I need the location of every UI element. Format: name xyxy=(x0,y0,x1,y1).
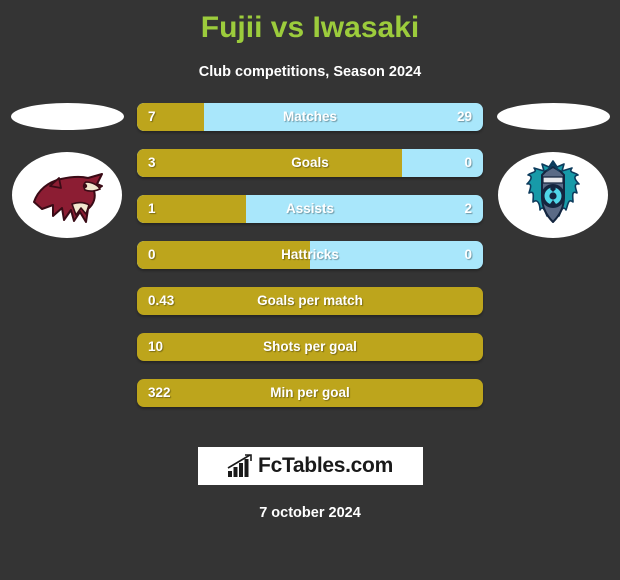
team-left-name-plate xyxy=(10,103,124,130)
stat-label: Matches xyxy=(282,109,338,124)
stat-row: 0.43 Goals per match xyxy=(137,287,483,315)
stat-row: 10 Shots per goal xyxy=(137,333,483,361)
stat-label: Goals per match xyxy=(257,293,363,308)
team-right-crest xyxy=(498,152,608,238)
team-right xyxy=(488,103,618,238)
stats-comparison-card: Fujii vs Iwasaki Club competitions, Seas… xyxy=(0,0,620,580)
stat-row: 322 Min per goal xyxy=(137,379,483,407)
ornate-shield-icon xyxy=(526,160,580,223)
stat-row: 7 Matches 29 xyxy=(137,103,483,131)
stat-row: 3 Goals 0 xyxy=(137,149,483,177)
stat-row: 1 Assists 2 xyxy=(137,195,483,223)
stat-label: Min per goal xyxy=(270,385,350,400)
stat-label: Shots per goal xyxy=(263,339,357,354)
comparison-body: 7 Matches 29 3 Goals 0 1 Assists 2 0 Hat… xyxy=(0,103,620,413)
stat-bar-list: 7 Matches 29 3 Goals 0 1 Assists 2 0 Hat… xyxy=(137,103,483,425)
header: Fujii vs Iwasaki Club competitions, Seas… xyxy=(0,0,620,81)
footer: FcTables.com 7 october 2024 xyxy=(0,447,620,521)
footer-date: 7 october 2024 xyxy=(259,505,361,521)
bar-chart-icon xyxy=(227,454,252,477)
stat-value-right: 2 xyxy=(464,201,472,216)
brand-name: FcTables.com xyxy=(258,454,393,477)
stat-label: Goals xyxy=(291,155,329,170)
team-left-crest xyxy=(12,152,122,238)
stat-row: 0 Hattricks 0 xyxy=(137,241,483,269)
stat-label: Assists xyxy=(285,201,335,216)
brand-logo[interactable]: FcTables.com xyxy=(197,447,423,485)
stat-label: Hattricks xyxy=(281,247,339,262)
stat-value-right: 0 xyxy=(464,247,472,262)
page-subtitle: Club competitions, Season 2024 xyxy=(198,64,422,80)
page-title: Fujii vs Iwasaki xyxy=(200,11,420,44)
coyote-head-icon xyxy=(33,173,103,223)
stat-value-right: 29 xyxy=(456,109,472,124)
team-left xyxy=(2,103,132,238)
stat-value-right: 0 xyxy=(464,155,472,170)
team-right-name-plate xyxy=(496,103,610,130)
